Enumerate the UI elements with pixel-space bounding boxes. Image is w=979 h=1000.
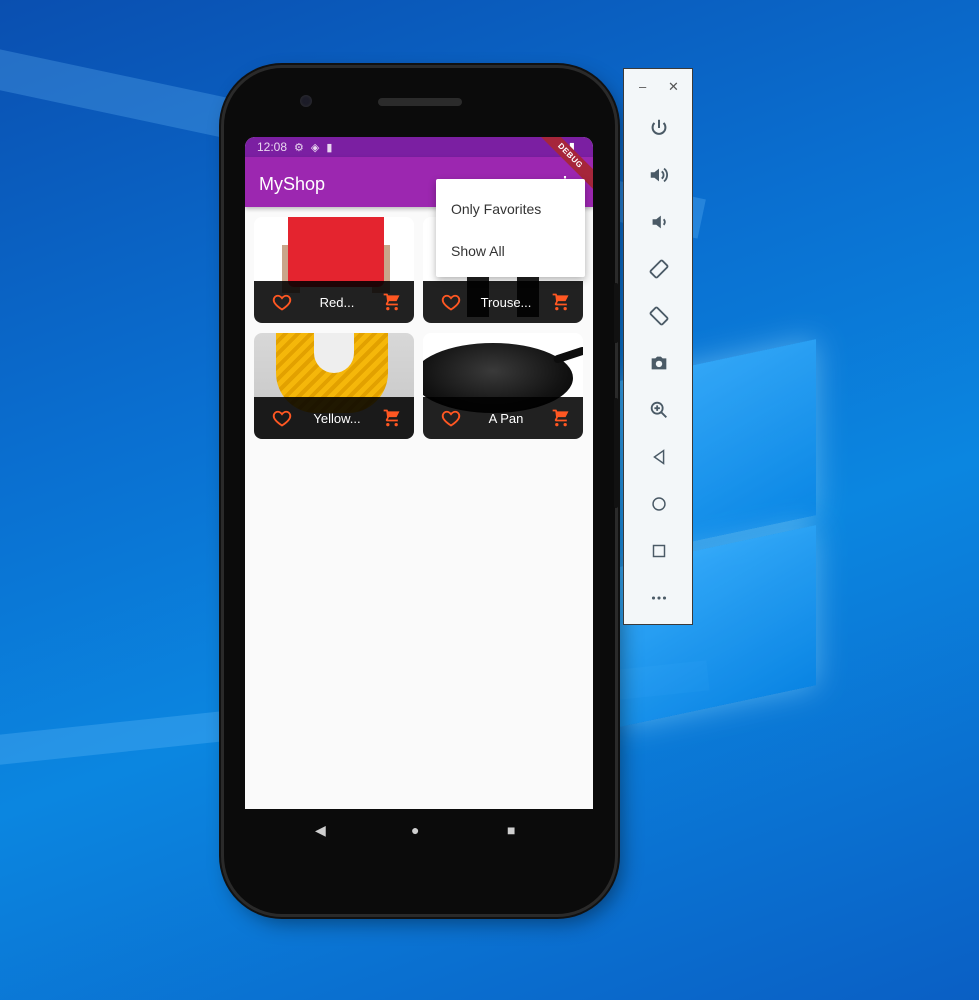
heart-outline-icon[interactable] xyxy=(441,408,461,428)
close-icon[interactable]: ✕ xyxy=(668,79,679,95)
tile-footer: Trouse... xyxy=(423,281,583,323)
product-tile[interactable]: Red... xyxy=(254,217,414,323)
more-icon[interactable] xyxy=(646,585,672,611)
status-time: 12:08 xyxy=(257,140,288,154)
nav-back-icon[interactable]: ◀ xyxy=(315,822,326,839)
power-side-button xyxy=(614,283,618,343)
emulator-toolbar: – ✕ xyxy=(623,68,693,625)
camera-icon[interactable] xyxy=(646,350,672,376)
heart-outline-icon[interactable] xyxy=(441,292,461,312)
earpiece-speaker xyxy=(378,98,462,106)
rotate-right-icon[interactable] xyxy=(646,303,672,329)
menu-item-only-favorites[interactable]: Only Favorites xyxy=(451,201,541,217)
menu-item-show-all[interactable]: Show All xyxy=(451,243,505,259)
front-camera xyxy=(300,95,312,107)
volume-down-icon[interactable] xyxy=(646,209,672,235)
phone-device: 12:08 ⚙ ◈ ▮ ▾ ▮ MyShop ⋮ DEBUG Red... xyxy=(224,68,618,914)
product-tile[interactable]: Yellow... xyxy=(254,333,414,439)
nav-overview-icon[interactable]: ■ xyxy=(507,822,515,838)
overview-icon[interactable] xyxy=(646,538,672,564)
heart-outline-icon[interactable] xyxy=(272,408,292,428)
status-bar: 12:08 ⚙ ◈ ▮ ▾ ▮ xyxy=(245,137,593,157)
product-title: Red... xyxy=(319,294,355,310)
back-icon[interactable] xyxy=(646,444,672,470)
volume-side-button xyxy=(614,398,618,508)
heart-outline-icon[interactable] xyxy=(272,292,292,312)
volume-up-icon[interactable] xyxy=(646,162,672,188)
product-title: A Pan xyxy=(488,410,524,426)
tile-footer: Yellow... xyxy=(254,397,414,439)
product-title: Yellow... xyxy=(313,410,361,426)
nav-home-icon[interactable]: ● xyxy=(411,822,419,838)
zoom-icon[interactable] xyxy=(646,397,672,423)
android-nav-bar: ◀ ● ■ xyxy=(245,809,593,851)
cart-icon[interactable] xyxy=(551,408,571,428)
cart-icon[interactable] xyxy=(382,292,402,312)
rotate-left-icon[interactable] xyxy=(646,256,672,282)
sim-card-icon: ▮ xyxy=(326,141,333,154)
product-tile[interactable]: A Pan xyxy=(423,333,583,439)
power-icon[interactable] xyxy=(646,115,672,141)
minimize-icon[interactable]: – xyxy=(639,79,646,94)
settings-icon: ⚙ xyxy=(294,141,304,154)
filter-popup-menu: Only Favorites Show All xyxy=(436,179,585,277)
shield-icon: ◈ xyxy=(310,141,320,154)
app-title: MyShop xyxy=(259,174,326,194)
cart-icon[interactable] xyxy=(382,408,402,428)
phone-screen: 12:08 ⚙ ◈ ▮ ▾ ▮ MyShop ⋮ DEBUG Red... xyxy=(245,137,593,809)
tile-footer: A Pan xyxy=(423,397,583,439)
cart-icon[interactable] xyxy=(551,292,571,312)
product-title: Trouse... xyxy=(480,294,532,310)
home-icon[interactable] xyxy=(646,491,672,517)
tile-footer: Red... xyxy=(254,281,414,323)
